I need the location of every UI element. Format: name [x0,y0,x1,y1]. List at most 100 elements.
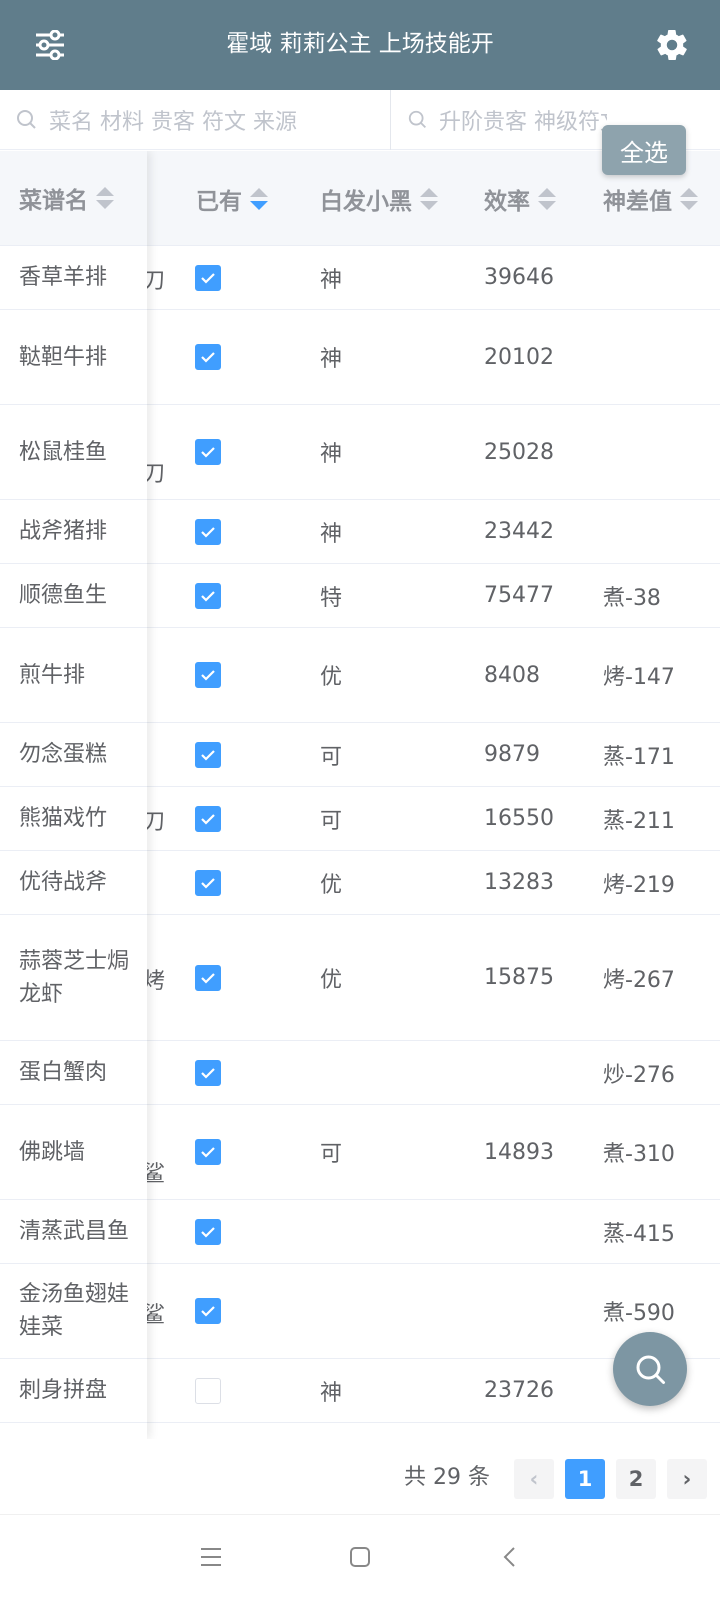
owned-checkbox[interactable] [195,518,221,545]
owned-checkbox-cell [195,310,221,404]
total-count: 共 29 条 [404,1465,490,1490]
god-diff-cell: 煮-38 [603,585,661,611]
efficiency-cell: 75477 [484,583,554,608]
owned-checkbox-cell [195,1359,221,1422]
owned-checkbox-cell [195,1264,221,1358]
god-diff-cell: 烤-147 [603,665,675,690]
rank-cell: 神 [320,347,343,372]
owned-checkbox[interactable] [195,582,221,609]
recipe-name-cell[interactable]: 清蒸武昌鱼 [0,1200,147,1264]
check-icon [201,749,215,761]
check-icon [201,1067,215,1079]
recipe-name-cell[interactable]: 佛跳墙 [0,1105,147,1200]
check-icon [201,813,215,825]
system-nav-bar [0,1514,720,1600]
efficiency-cell: 8408 [484,662,540,688]
efficiency-cell: 23442 [484,519,554,544]
recipe-name-cell[interactable]: 香草羊排 [0,246,147,310]
page-1-button[interactable]: 1 [565,1459,605,1499]
owned-checkbox[interactable] [195,264,221,291]
app-header: 霍域 莉莉公主 上场技能开 [0,0,720,90]
check-icon [201,352,215,363]
owned-checkbox-cell [195,1105,221,1199]
sort-icon[interactable] [96,185,114,211]
guest-search-input[interactable]: 升阶贵客 神级符文 [407,90,607,150]
search-placeholder: 菜名 材料 贵客 符文 来源 [49,110,297,135]
search-fab-button[interactable] [613,1332,687,1406]
efficiency-cell: 15875 [484,965,554,990]
column-header-efficiency[interactable]: 效率 [484,151,556,246]
sort-icon[interactable] [680,186,698,212]
recipe-name-cell[interactable]: 战斧猪排 [0,500,147,564]
pagination: 共 29 条 ‹ 1 2 › [0,1440,720,1514]
column-header-name[interactable]: 菜谱名 [0,151,147,246]
check-icon [201,972,215,984]
owned-checkbox[interactable] [195,662,221,688]
recipe-name-cell[interactable]: 刺身拼盘 [0,1359,147,1423]
efficiency-cell: 16550 [484,806,554,831]
owned-checkbox[interactable] [195,439,221,465]
gear-icon[interactable] [651,24,693,66]
back-chevron-icon[interactable] [490,1537,530,1577]
owned-checkbox-cell [195,564,221,627]
owned-checkbox[interactable] [195,1059,221,1086]
check-icon [201,590,215,602]
owned-checkbox[interactable] [195,869,221,896]
owned-checkbox[interactable] [195,805,221,832]
rank-cell: 神 [320,1380,343,1406]
efficiency-cell: 23726 [484,1378,554,1403]
home-square-icon[interactable] [340,1537,380,1577]
recipe-name-cell[interactable]: 勿念蛋糕 [0,723,147,787]
owned-checkbox-cell [195,1200,221,1263]
fixed-name-column: 菜谱名 香草羊排 鞑靼牛排 松鼠桂鱼 战斧猪排 顺德鱼生 煎牛排 勿念蛋糕 熊猫戏竹 优待战斧蒜… [0,151,147,1439]
page-title: 霍域 莉莉公主 上场技能开 [226,31,494,57]
sort-icon[interactable] [250,186,268,212]
check-icon [201,447,215,458]
sort-icon[interactable] [420,186,438,212]
search-input[interactable]: 菜名 材料 贵客 符文 来源 [15,90,385,150]
recipe-name-cell[interactable]: 蒜蓉芝士焗龙虾 [0,915,147,1041]
recipe-name-cell[interactable]: 蛋白蟹肉 [0,1041,147,1105]
prev-page-button[interactable]: ‹ [514,1459,554,1499]
owned-checkbox[interactable] [195,1139,221,1165]
column-header-chef[interactable]: 白发小黑 [320,151,438,246]
recipe-name-cell[interactable]: 熊猫戏竹 [0,787,147,851]
rank-cell: 神 [320,521,343,547]
recipe-name-cell[interactable]: 松鼠桂鱼 [0,405,147,500]
owned-checkbox-cell [195,500,221,563]
recipe-name-cell[interactable]: 顺德鱼生 [0,564,147,628]
god-diff-cell: 蒸-171 [603,744,675,770]
search-icon [636,1355,665,1384]
rank-cell: 可 [320,808,343,834]
owned-checkbox[interactable] [195,1298,221,1324]
page-2-button[interactable]: 2 [616,1459,656,1499]
owned-checkbox-cell [195,1041,221,1104]
sort-icon[interactable] [538,186,556,212]
recipe-name-cell[interactable]: 煎牛排 [0,628,147,723]
check-icon [201,1306,215,1317]
efficiency-cell: 39646 [484,265,554,290]
rank-cell: 可 [320,1142,343,1167]
owned-checkbox-cell [195,405,221,499]
recipe-name-cell[interactable]: 鞑靼牛排 [0,310,147,405]
owned-checkbox[interactable] [195,1377,221,1404]
menu-icon[interactable] [191,1537,231,1577]
check-icon [201,272,215,284]
owned-checkbox[interactable] [195,964,221,991]
select-all-button[interactable]: 全选 [602,125,686,175]
god-diff-cell: 煮-310 [603,1142,675,1167]
recipe-name-cell[interactable]: 金汤鱼翅娃娃菜 [0,1264,147,1359]
owned-checkbox[interactable] [195,344,221,370]
next-page-button[interactable]: › [667,1459,707,1499]
god-diff-cell: 炒-276 [603,1062,675,1088]
god-diff-cell: 烤-267 [603,967,675,993]
column-header-owned[interactable]: 已有 [196,151,268,246]
recipe-name-cell[interactable]: 优待战斧 [0,851,147,915]
owned-checkbox-cell [195,628,221,722]
rank-cell: 神 [320,267,343,293]
owned-checkbox[interactable] [195,741,221,768]
owned-checkbox[interactable] [195,1218,221,1245]
recipe-table: 已有 白发小黑 效率 神差值 刀神 39646 神 20102 刀神 25028 神 2344… [0,151,720,1439]
owned-checkbox-cell [195,246,221,309]
check-icon [201,526,215,538]
